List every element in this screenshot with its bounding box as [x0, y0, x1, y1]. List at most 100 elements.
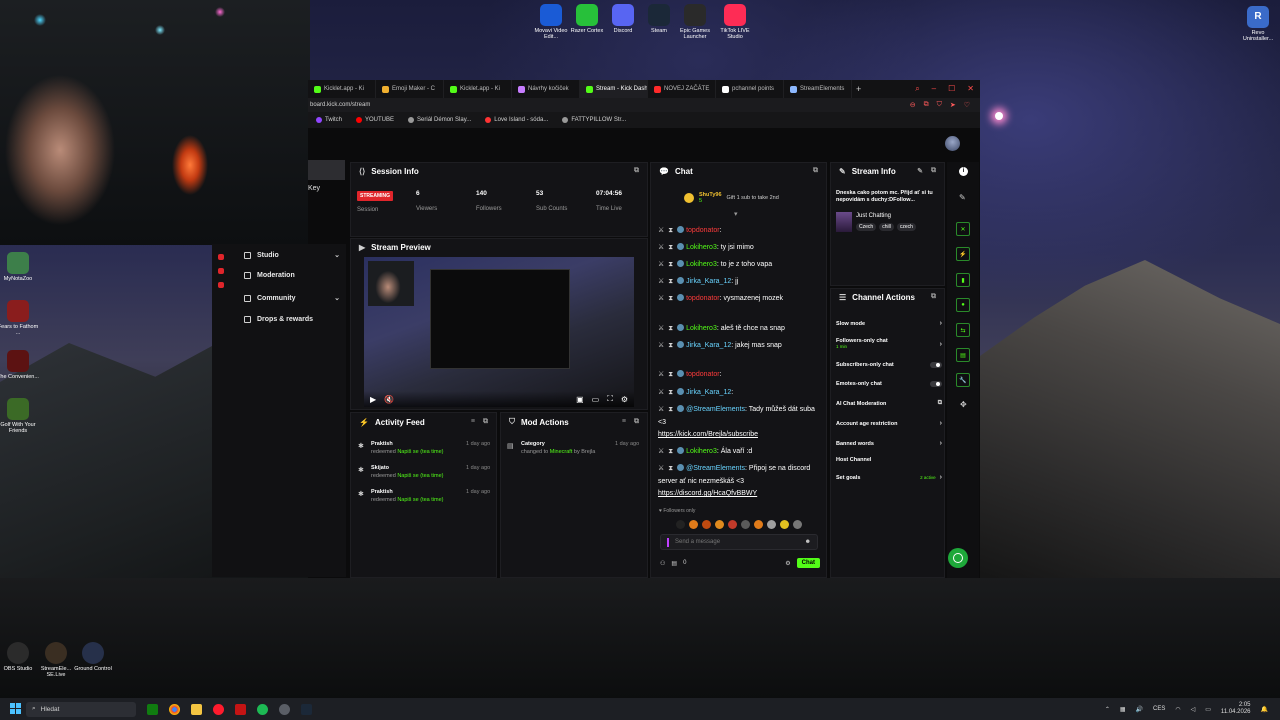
preview-mute-button[interactable]: 🔇	[384, 395, 394, 404]
points-icon[interactable]: ▤	[671, 560, 677, 567]
opera-icon[interactable]	[213, 703, 224, 715]
chat-username[interactable]: topdonator	[686, 295, 719, 302]
browser-tab[interactable]: Emoji Maker - C	[376, 80, 444, 98]
sidebar-item[interactable]: Moderation	[244, 272, 340, 279]
browser-tab[interactable]: Kicklet.app - Ki	[444, 80, 512, 98]
emote-icon[interactable]	[754, 519, 763, 529]
network-icon[interactable]: ▦	[1120, 706, 1126, 713]
emote-icon[interactable]	[676, 519, 685, 529]
address-bar[interactable]: board.kick.com/stream ⊖ ⧉ ⛉ ➤ ♡	[308, 98, 980, 112]
channel-action-row[interactable]: Host Channel	[836, 457, 942, 463]
language-indicator[interactable]: CES	[1153, 706, 1165, 712]
desktop-icon[interactable]: The Convenien...	[0, 350, 40, 380]
channel-action-row[interactable]: Slow mode ›	[836, 320, 942, 327]
chat-username[interactable]: Jirka_Kara_12	[686, 278, 731, 285]
chat-username[interactable]: @StreamElements	[686, 465, 745, 472]
bookmark[interactable]: Twitch	[316, 117, 342, 123]
popout-icon[interactable]: ⧉	[931, 293, 936, 301]
emote-icon[interactable]	[715, 519, 724, 529]
desktop-icon[interactable]: Ground Control	[71, 642, 115, 672]
volume-icon[interactable]: 🔊	[1136, 706, 1143, 713]
sidebar-item[interactable]: Studio ⌄	[244, 251, 340, 259]
emote-icon[interactable]	[728, 519, 737, 529]
popout-icon[interactable]: ⧉	[813, 167, 818, 175]
taskbar-search[interactable]: ⌕ Hledat	[26, 701, 136, 717]
chat-username[interactable]: Lokihero3	[686, 325, 717, 332]
minimize-button[interactable]: –	[932, 84, 936, 94]
popout-icon[interactable]: ⧉	[931, 167, 936, 175]
preview-pip-button[interactable]: ▣	[576, 395, 584, 404]
rail-button-7[interactable]: 🔧	[956, 373, 970, 387]
bookmark[interactable]: Love Island - sóda...	[485, 117, 548, 123]
rail-button-2[interactable]: ⚡	[956, 247, 970, 261]
stream-tag[interactable]: Czech	[856, 223, 877, 231]
stream-tag[interactable]: czech	[896, 223, 916, 231]
browser-tab[interactable]: Návrhy kočiček	[512, 80, 580, 98]
maximize-button[interactable]: ☐	[948, 84, 955, 94]
channel-action-row[interactable]: Followers-only chat 1 min ›	[836, 338, 942, 350]
chat-username[interactable]: Jirka_Kara_12	[686, 342, 731, 349]
file-explorer-icon[interactable]	[191, 703, 202, 715]
popout-icon[interactable]: ⧉	[634, 418, 639, 426]
browser-tab[interactable]: Kicklet.app - Ki	[308, 80, 376, 98]
user-avatar[interactable]	[945, 136, 960, 151]
chat-username[interactable]: Lokihero3	[686, 448, 717, 455]
chat-username[interactable]: Lokihero3	[686, 244, 717, 251]
popout-icon[interactable]: ⧉	[634, 167, 639, 175]
toggle-switch[interactable]	[930, 381, 942, 387]
preview-theater-button[interactable]: ▭	[592, 395, 600, 404]
pen-icon[interactable]: ✎	[959, 193, 966, 202]
extensions-icon[interactable]: ⧉	[924, 101, 929, 109]
chat-username[interactable]: Jirka_Kara_12	[686, 389, 731, 396]
heart-icon[interactable]: ♡	[964, 101, 970, 109]
app-grey-icon[interactable]	[279, 703, 290, 715]
rail-button-4[interactable]: ●	[956, 298, 970, 312]
battery-icon[interactable]: ▭	[1205, 706, 1211, 713]
emote-icon[interactable]	[767, 519, 776, 529]
users-icon[interactable]: ⚇	[660, 560, 665, 567]
rail-extra-icon[interactable]: ✥	[960, 400, 967, 409]
chevron-up-icon[interactable]: ⌃	[1105, 706, 1110, 713]
start-button[interactable]	[10, 703, 21, 714]
channel-action-row[interactable]: Subscribers-only chat	[836, 362, 942, 368]
send-icon[interactable]: ➤	[950, 101, 956, 109]
sidebar-item[interactable]: Drops & rewards	[244, 316, 340, 323]
preview-play-button[interactable]: ▶	[370, 395, 376, 404]
stream-tag[interactable]: chill	[879, 223, 894, 231]
chat-link[interactable]: https://discord.gg/HcaQfvBBWY	[658, 490, 757, 497]
emote-icon[interactable]	[689, 519, 698, 529]
new-tab-button[interactable]: +	[856, 84, 861, 94]
chat-input[interactable]: Send a message ☻	[660, 534, 818, 550]
app-red-icon[interactable]	[235, 703, 246, 715]
notification-icon[interactable]: 🔔	[1261, 706, 1268, 713]
desktop-icon[interactable]: MyNotaZoo	[0, 252, 40, 282]
chat-settings-icon[interactable]: ⚙	[785, 560, 790, 567]
wifi-icon[interactable]: ◠	[1175, 706, 1180, 713]
bookmark[interactable]: YOUTUBE	[356, 117, 394, 123]
emote-icon[interactable]	[702, 519, 711, 529]
desktop-icon[interactable]: Epic Games Launcher	[674, 4, 716, 40]
channel-action-row[interactable]: Set goals 2 active ›	[836, 474, 942, 481]
filter-icon[interactable]: ≡	[471, 418, 475, 426]
browser-tab[interactable]: pchannel points	[716, 80, 784, 98]
emote-icon[interactable]	[793, 519, 802, 529]
desktop-icon[interactable]: Fears to Fathom ...	[0, 300, 40, 336]
close-button[interactable]: ✕	[967, 84, 974, 94]
rail-button-5[interactable]: ⇆	[956, 323, 970, 337]
zoom-icon[interactable]: ⊖	[910, 101, 916, 109]
emoji-picker-icon[interactable]: ☻	[805, 539, 811, 545]
sidebar-item[interactable]: Community ⌄	[244, 294, 340, 302]
channel-action-row[interactable]: Emotes-only chat	[836, 381, 942, 387]
chat-username[interactable]: @StreamElements	[686, 406, 745, 413]
browser-tab[interactable]: Stream - Kick Dashboard	[580, 80, 648, 98]
chat-link[interactable]: https://kick.com/Brejla/subscribe	[658, 431, 758, 438]
clock[interactable]: 2:05 11.04.2026	[1221, 702, 1251, 716]
rail-button-1[interactable]: ✕	[956, 222, 970, 236]
search-tabs-icon[interactable]: ⌕	[915, 84, 919, 94]
chat-send-button[interactable]: Chat	[796, 558, 820, 568]
channel-action-row[interactable]: AI Chat Moderation ⧉	[836, 400, 942, 407]
emote-icon[interactable]	[780, 519, 789, 529]
chevron-down-icon[interactable]: ▾	[734, 210, 738, 218]
stream-preview-video[interactable]: ▶ 🔇 ▣ ▭ ⛶ ⚙	[364, 257, 634, 407]
shield-icon[interactable]: ⛉	[937, 101, 942, 109]
